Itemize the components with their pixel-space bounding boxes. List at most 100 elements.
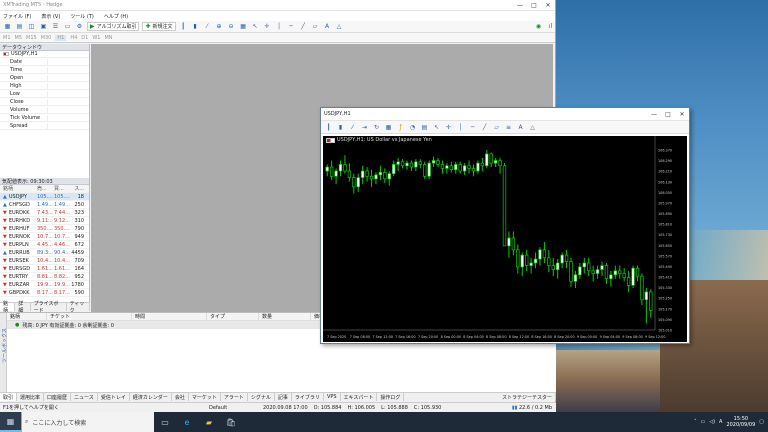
taskbar-clock[interactable]: 15:50 2020/09/09 [726,416,755,428]
tab-articles[interactable]: 記事 [275,393,292,401]
menu-help[interactable]: ヘルプ (H) [104,13,128,20]
cursor-icon[interactable]: ↖ [251,22,260,31]
chart-maximize-button[interactable]: □ [661,111,675,118]
zoom-in-icon[interactable]: ⊕ [215,22,224,31]
tray-chevron-icon[interactable]: ˄ [694,419,697,425]
tab-calendar[interactable]: 経済カレンダー [130,393,172,401]
bar-chart-icon[interactable]: ┃ [324,123,333,132]
tab-ticks[interactable]: ティック [67,301,90,314]
data-window-icon[interactable]: ▣ [39,22,48,31]
maximize-button[interactable]: □ [527,2,541,9]
candlestick-chart[interactable]: 106.370 106.290 106.210 106.130 106.050 105.9… [323,136,687,342]
templates-icon[interactable]: ▤ [420,123,429,132]
market-row[interactable]: ▼ EURTRY 8.81... 8.82... 952 [0,273,89,281]
tab-journal[interactable]: 操作ログ [377,393,405,401]
col-ask[interactable]: 買... [54,185,71,192]
line-chart-icon[interactable]: ⁄ [203,22,212,31]
zoom-out-icon[interactable]: ⊖ [227,22,236,31]
channel-icon[interactable]: ▱ [311,22,320,31]
line-chart-icon[interactable]: ⁄ [348,123,357,132]
store-icon[interactable]: 🛍 [220,412,242,432]
shapes-icon[interactable]: △ [335,22,344,31]
candle-chart-icon[interactable]: ▮ [191,22,200,31]
autoscroll-icon[interactable]: ↻ [372,123,381,132]
col-toolbox-symbol[interactable]: 銘柄 [7,312,47,321]
shapes-icon[interactable]: △ [528,123,537,132]
vline-icon[interactable]: │ [456,123,465,132]
new-order-button[interactable]: ✚ 新規注文 [142,22,176,31]
tile-icon[interactable]: ▦ [239,22,248,31]
notifications-icon[interactable]: ▢ [759,419,764,425]
market-row[interactable]: ▼ EURHUF 350.... 350.... 790 [0,225,89,233]
volume-icon[interactable]: ◁) [709,419,715,425]
task-view-icon[interactable]: ▭ [154,412,176,432]
text-icon[interactable]: A [516,123,525,132]
candle-chart-icon[interactable]: ▮ [336,123,345,132]
chart-shift-icon[interactable]: ⇥ [360,123,369,132]
tf-mn[interactable]: MN [104,35,112,41]
col-symbol[interactable]: 銘柄 [0,185,37,192]
crosshair-icon[interactable]: ✛ [263,22,272,31]
taskbar-search[interactable]: ⌕ ここに入力して検索 [20,412,154,432]
algo-trading-button[interactable]: ▶ アルゴリズム取引 [87,22,140,31]
market-row[interactable]: ▼ EURSGD 1.61... 1.61... 164 [0,265,89,273]
tab-exposure[interactable]: 運用比率 [17,393,45,401]
tab-news[interactable]: ニュース [71,393,98,401]
col-volume[interactable]: 数量 [259,312,311,321]
market-row[interactable]: ▼ EURDKK 7.43... 7.44... 323 [0,209,89,217]
status-profile[interactable]: Default [209,405,257,411]
tab-trade[interactable]: 取引 [0,393,18,401]
col-ticket[interactable]: チケット [47,312,132,321]
col-type[interactable]: タイプ [207,312,259,321]
profiles-icon[interactable]: ▤ [15,22,24,31]
tf-m15[interactable]: M15 [26,35,37,41]
edge-icon[interactable]: e [176,412,198,432]
menu-tools[interactable]: ツール (T) [70,13,94,20]
hline-icon[interactable]: ─ [287,22,296,31]
fibo-icon[interactable]: ≡ [504,123,513,132]
channel-icon[interactable]: ▱ [492,123,501,132]
market-row[interactable]: ▼ EURHKD 9.11... 9.12... 310 [0,217,89,225]
tf-m30[interactable]: M30 [41,35,52,41]
tab-alerts[interactable]: アラート [221,393,248,401]
tester-icon[interactable]: ⚙ [75,22,84,31]
chart-close-button[interactable]: ✕ [675,111,689,118]
metatrader-taskbar-icon[interactable]: ▦ [0,412,22,432]
col-spread[interactable]: ス... [71,185,86,192]
new-chart-icon[interactable]: ▦ [3,22,12,31]
signal-icon[interactable]: ıl [546,22,555,31]
minimize-button[interactable]: — [513,2,527,9]
trendline-icon[interactable]: ╱ [480,123,489,132]
grid-icon[interactable]: ▦ [384,123,393,132]
tf-h4[interactable]: H4 [70,35,77,41]
trendline-icon[interactable]: ╱ [299,22,308,31]
menu-file[interactable]: ファイル (F) [3,13,31,20]
tab-company[interactable]: 会社 [172,393,189,401]
tab-library[interactable]: ライブラリ [292,393,324,401]
market-row[interactable]: ▼ EURNOK 10.7... 10.7... 949 [0,233,89,241]
tab-market[interactable]: マーケット [189,393,221,401]
tab-mailbox[interactable]: 受信トレイ [98,393,130,401]
tab-signals[interactable]: シグナル [248,393,275,401]
chart-area[interactable]: USDJPY,H1: US Dollar vs Japanese Yen 106… [323,136,687,342]
tab-symbols[interactable]: 銘柄 [0,301,16,314]
ime-icon[interactable]: A [719,419,722,425]
col-bid[interactable]: 売... [37,185,54,192]
close-button[interactable]: ✕ [541,2,555,9]
col-time[interactable]: 時間 [132,312,207,321]
crosshair-icon[interactable]: ✛ [444,123,453,132]
tab-vps[interactable]: VPS [324,393,341,401]
vline-icon[interactable]: │ [275,22,284,31]
tab-strategy-tester[interactable]: ストラテジーテスター [499,393,556,401]
market-row[interactable]: ▼ EURZAR 19.9... 19.9... 1780 [0,281,89,289]
timeframe-icon[interactable]: ◔ [408,123,417,132]
tf-h1[interactable]: H1 [55,34,67,41]
market-row[interactable]: ▼ EURSEK 10.4... 10.4... 709 [0,257,89,265]
market-row[interactable]: ▼ GBPDKK 8.17... 8.17... 590 [0,289,89,297]
main-titlebar[interactable]: XMTrading MT5 - Hedge — □ ✕ [0,0,555,11]
chart-titlebar[interactable]: USDJPY,H1 — □ ✕ [321,108,689,121]
bar-chart-icon[interactable]: ┃ [179,22,188,31]
toolbox-icon[interactable]: ▭ [63,22,72,31]
hline-icon[interactable]: ─ [468,123,477,132]
text-icon[interactable]: A [323,22,332,31]
